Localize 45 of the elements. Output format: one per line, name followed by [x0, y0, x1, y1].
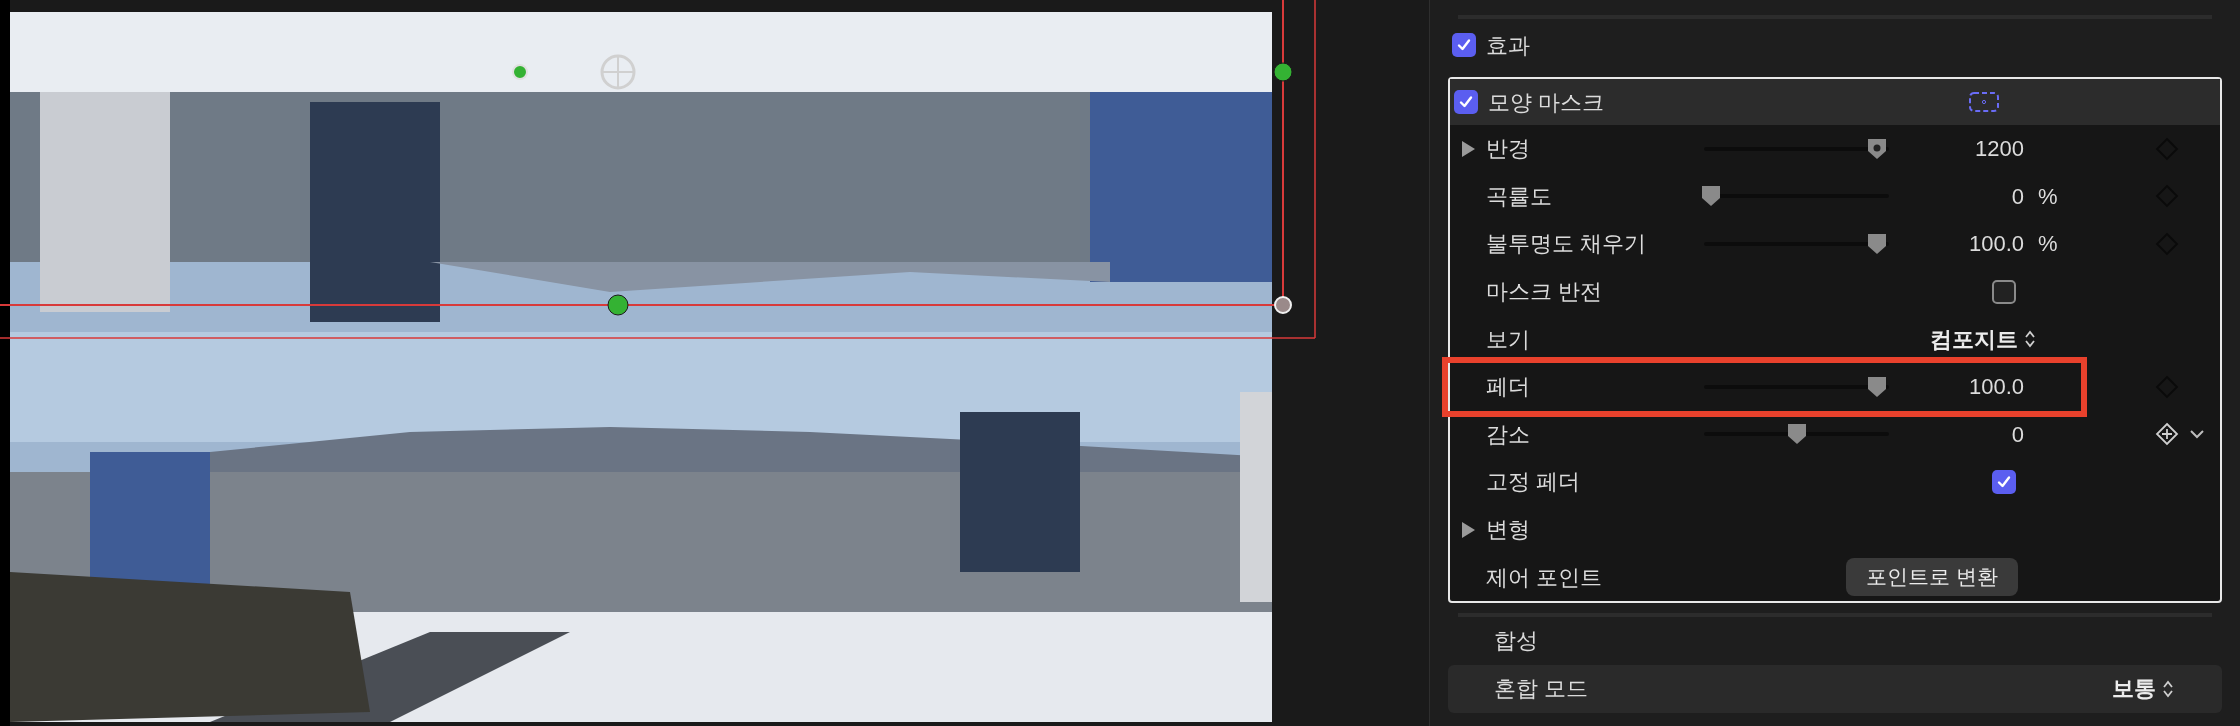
row-label: 반경 [1486, 135, 1531, 164]
checkbox[interactable] [1452, 33, 1476, 57]
slider-thumb[interactable] [1700, 184, 1722, 209]
shape-mask-icon[interactable] [1968, 91, 2000, 113]
row-label: 페더 [1486, 373, 1531, 402]
row-label: 곡률도 [1486, 182, 1553, 211]
check-icon [1456, 37, 1472, 53]
row-label: 혼합 모드 [1494, 675, 1589, 704]
check-icon [1996, 473, 2012, 490]
row-label: 보기 [1486, 325, 1531, 354]
row-label: 감소 [1486, 420, 1531, 449]
unit-text: % [2038, 231, 2058, 257]
control-handle[interactable] [607, 294, 629, 316]
checkbox[interactable] [1992, 279, 2016, 304]
value-text: 0 [2010, 182, 2024, 211]
slider-thumb[interactable] [1865, 232, 1888, 256]
slider-thumb[interactable] [1865, 374, 1888, 399]
value-text: 0 [2010, 420, 2024, 449]
row-label: 제어 포인트 [1486, 563, 1604, 592]
check-icon [1458, 94, 1474, 110]
value-text: 100.0 [1967, 373, 2024, 402]
row-label: 고정 페더 [1486, 468, 1582, 497]
section-title: 효과 [1486, 31, 1530, 60]
disclosure-triangle[interactable] [1460, 520, 1476, 539]
value-text: 100.0 [1967, 230, 2024, 259]
effect-title: 모양 마스크 [1488, 88, 1606, 117]
up-down-chevron-icon [2162, 678, 2174, 699]
popup-menu[interactable]: 컴포지트 [1930, 322, 2036, 356]
row-label: 변형 [1486, 516, 1531, 545]
unit-text: % [2038, 183, 2058, 209]
row-label: 불투명도 채우기 [1486, 230, 1648, 259]
section-title: 합성 [1494, 627, 1538, 656]
popup-menu[interactable]: 보통 [2112, 672, 2174, 706]
chevron-down-icon[interactable] [2189, 428, 2205, 441]
row-label: 마스크 반전 [1486, 278, 1604, 307]
up-down-chevron-icon [2024, 329, 2036, 350]
disclosure-triangle[interactable] [1460, 139, 1476, 158]
checkbox[interactable] [1992, 469, 2016, 494]
center-handle[interactable] [600, 54, 636, 90]
control-handle[interactable] [1273, 62, 1293, 82]
convert-button[interactable]: 포인트로 변환 [1846, 558, 2018, 597]
checkbox[interactable] [1454, 90, 1478, 114]
value-text: 1200 [1974, 135, 2024, 164]
slider-thumb[interactable] [1865, 136, 1888, 161]
slider-thumb[interactable] [1785, 422, 1808, 447]
